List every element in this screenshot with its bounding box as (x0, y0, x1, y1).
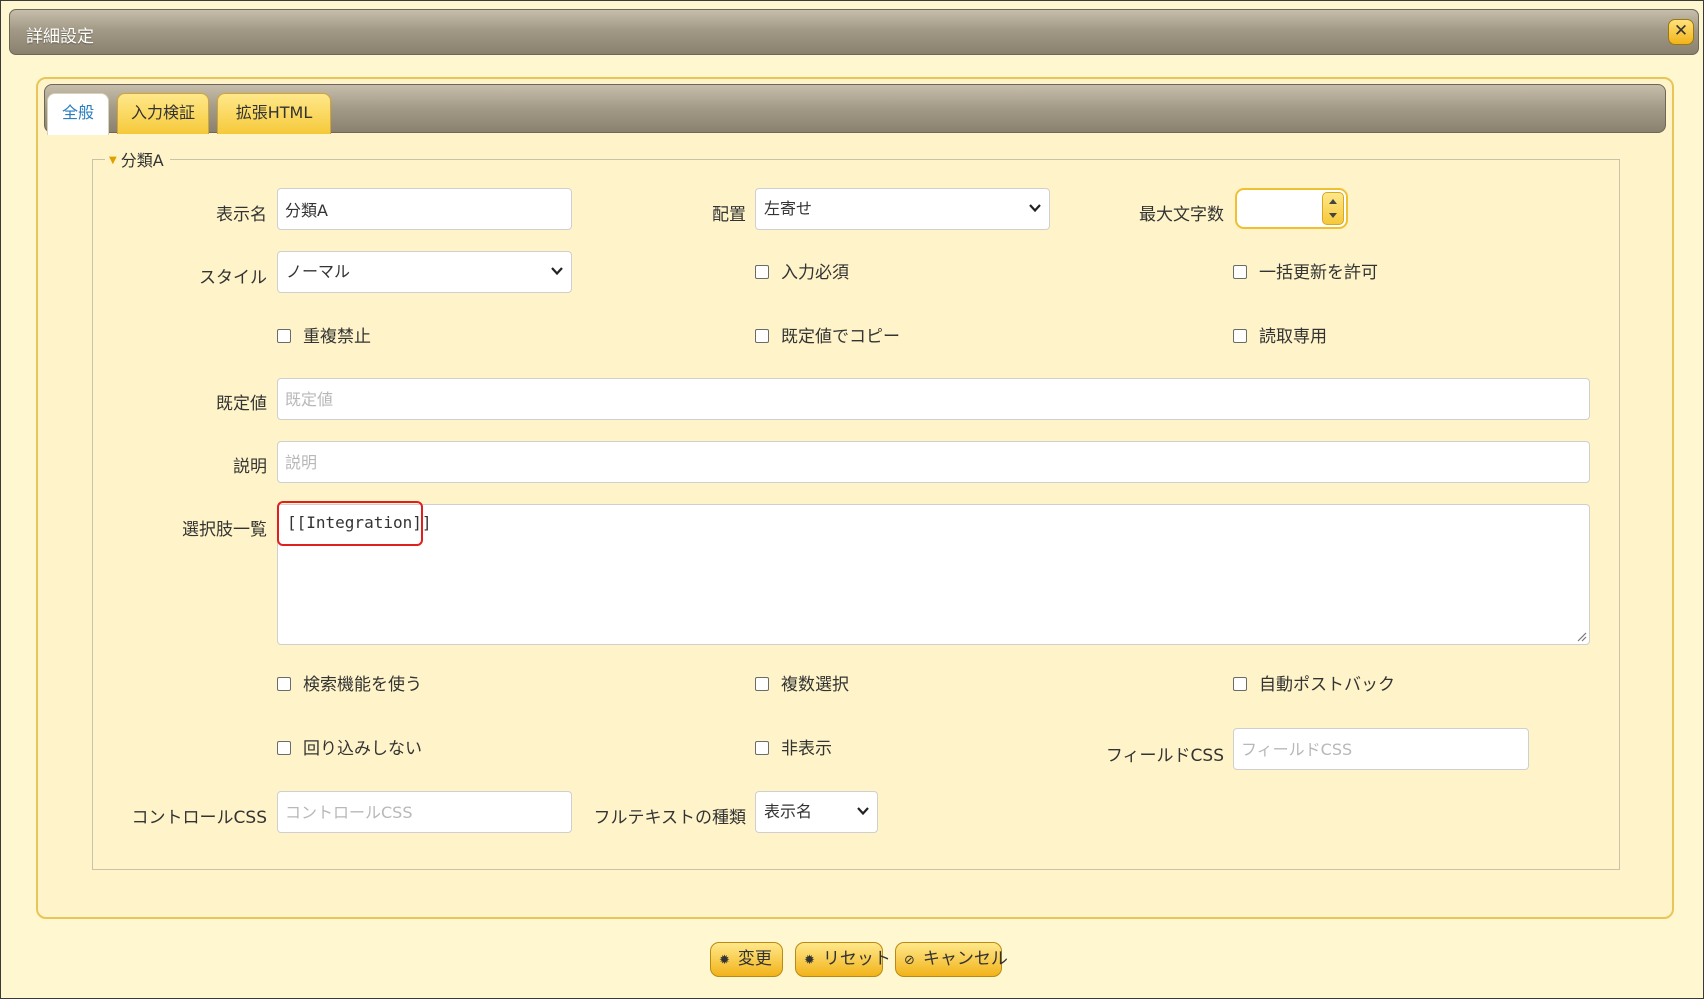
change-button[interactable]: ✹ 変更 (710, 942, 783, 977)
choices-label: 選択肢一覧 (182, 520, 267, 540)
chevron-down-icon (1029, 204, 1041, 213)
max-length-label: 最大文字数 (1139, 205, 1224, 225)
section-legend[interactable]: ▼ 分類A (105, 147, 170, 171)
reset-button-label: リセット (822, 949, 891, 969)
spinner-up-icon[interactable] (1329, 199, 1337, 204)
hidden-checkbox[interactable]: 非表示 (755, 739, 832, 759)
copy-by-default-checkbox[interactable]: 既定値でコピー (755, 327, 900, 347)
tab-strip: 全般 入力検証 拡張HTML (44, 84, 1666, 135)
fulltext-type-value: 表示名 (764, 802, 813, 821)
resize-grip-icon[interactable] (1575, 630, 1587, 642)
copy-by-default-label: 既定値でコピー (781, 327, 900, 347)
checkbox-box[interactable] (755, 741, 769, 755)
fulltext-type-select[interactable]: 表示名 (755, 791, 878, 833)
auto-postback-checkbox[interactable]: 自動ポストバック (1233, 675, 1395, 695)
required-label: 入力必須 (781, 263, 849, 283)
multiple-select-label: 複数選択 (781, 675, 849, 695)
bulk-update-label: 一括更新を許可 (1259, 263, 1378, 283)
dialog-titlebar[interactable]: 詳細設定 ✕ (9, 9, 1699, 55)
description-label: 説明 (233, 457, 267, 477)
checkbox-box[interactable] (277, 741, 291, 755)
tab-validation[interactable]: 入力検証 (117, 93, 209, 134)
checkbox-box[interactable] (1233, 677, 1247, 691)
alignment-label: 配置 (712, 205, 746, 225)
default-value-input[interactable] (277, 378, 1590, 420)
use-search-checkbox[interactable]: 検索機能を使う (277, 675, 422, 695)
cancel-icon: ⊘ (904, 953, 915, 968)
change-button-label: 変更 (737, 949, 772, 969)
default-value-label: 既定値 (216, 394, 267, 414)
dialog-title: 詳細設定 (26, 27, 94, 47)
alignment-value: 左寄せ (764, 199, 813, 218)
reset-button[interactable]: ✹ リセット (795, 942, 891, 977)
no-wrap-label: 回り込みしない (303, 739, 422, 759)
max-length-spinner[interactable] (1235, 188, 1348, 229)
highlight-annotation (277, 501, 423, 546)
multiple-select-checkbox[interactable]: 複数選択 (755, 675, 849, 695)
fulltext-type-label: フルテキストの種類 (593, 808, 747, 828)
cancel-button-label: キャンセル (922, 949, 1008, 969)
spinner-buttons[interactable] (1322, 192, 1344, 225)
use-search-label: 検索機能を使う (303, 675, 422, 695)
no-duplicates-label: 重複禁止 (303, 327, 371, 347)
control-css-label: コントロールCSS (131, 808, 267, 828)
checkbox-box[interactable] (277, 677, 291, 691)
tab-general[interactable]: 全般 (47, 93, 109, 135)
style-select[interactable]: ノーマル (277, 251, 572, 293)
field-css-label: フィールドCSS (1105, 746, 1224, 766)
checkbox-box[interactable] (1233, 329, 1247, 343)
checkbox-box[interactable] (277, 329, 291, 343)
no-wrap-checkbox[interactable]: 回り込みしない (277, 739, 422, 759)
control-css-input[interactable] (277, 791, 572, 833)
read-only-label: 読取専用 (1259, 327, 1327, 347)
display-name-input[interactable] (277, 188, 572, 230)
style-value: ノーマル (286, 262, 351, 281)
checkbox-box[interactable] (755, 265, 769, 279)
tab-extended-html[interactable]: 拡張HTML (217, 93, 331, 134)
chevron-down-icon (857, 807, 869, 816)
settings-dialog: 詳細設定 ✕ 全般 入力検証 拡張HTML ▼分類A 表示名 配置 左寄せ 最大… (0, 0, 1704, 999)
spinner-down-icon[interactable] (1329, 213, 1337, 218)
checkbox-box[interactable] (755, 329, 769, 343)
gear-icon: ✹ (804, 953, 815, 968)
hidden-label: 非表示 (781, 739, 832, 759)
field-css-input[interactable] (1233, 728, 1529, 770)
collapse-triangle-icon[interactable]: ▼ (109, 155, 117, 166)
style-label: スタイル (199, 268, 267, 288)
required-checkbox[interactable]: 入力必須 (755, 263, 849, 283)
close-icon[interactable]: ✕ (1668, 19, 1694, 45)
checkbox-box[interactable] (755, 677, 769, 691)
chevron-down-icon (551, 267, 563, 276)
display-name-label: 表示名 (216, 205, 267, 225)
description-input[interactable] (277, 441, 1590, 483)
cancel-button[interactable]: ⊘ キャンセル (895, 942, 1008, 977)
read-only-checkbox[interactable]: 読取専用 (1233, 327, 1327, 347)
auto-postback-label: 自動ポストバック (1259, 675, 1395, 695)
bulk-update-checkbox[interactable]: 一括更新を許可 (1233, 263, 1378, 283)
choices-textarea[interactable]: [[Integration]] (277, 504, 1590, 645)
section-legend-label: 分類A (120, 151, 164, 170)
no-duplicates-checkbox[interactable]: 重複禁止 (277, 327, 371, 347)
alignment-select[interactable]: 左寄せ (755, 188, 1050, 230)
checkbox-box[interactable] (1233, 265, 1247, 279)
gear-icon: ✹ (719, 953, 730, 968)
